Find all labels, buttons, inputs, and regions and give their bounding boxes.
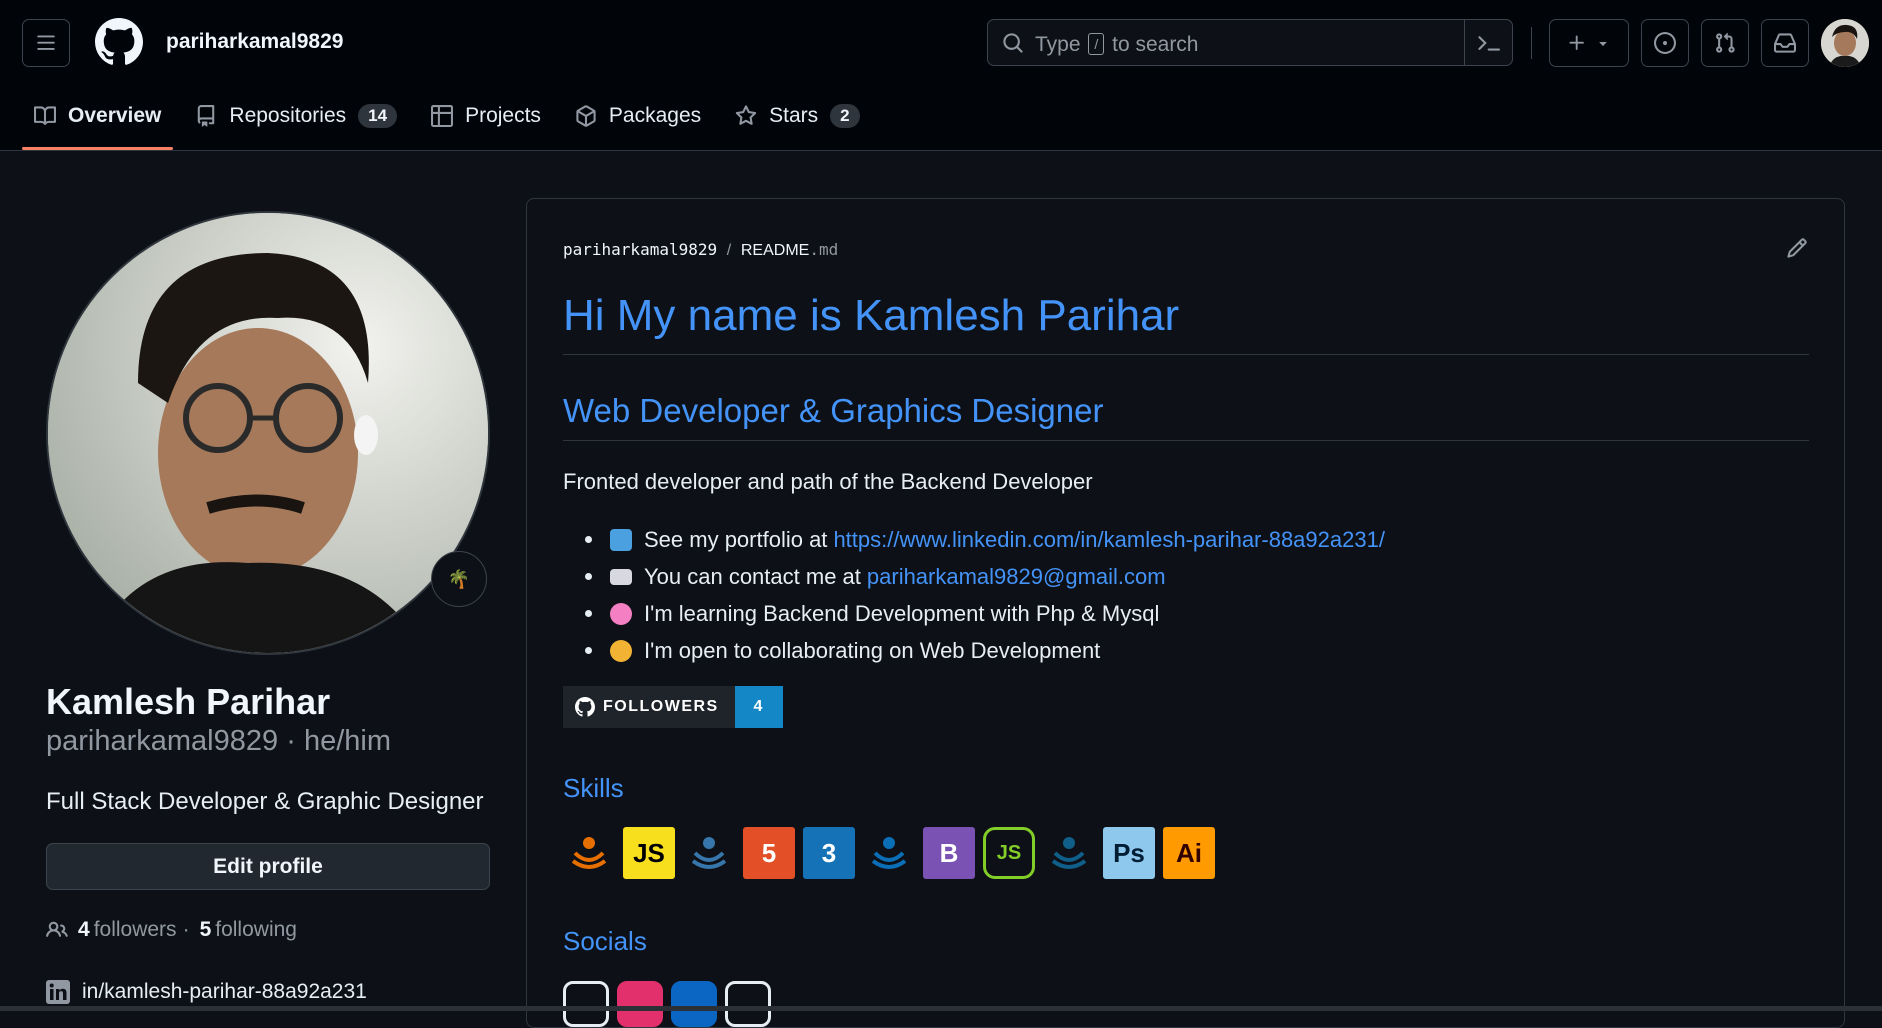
issue-icon xyxy=(1654,32,1676,54)
css3-icon: 3 xyxy=(803,827,855,879)
edit-readme-button[interactable] xyxy=(1786,237,1808,264)
set-status-button[interactable]: 🌴 xyxy=(431,551,487,607)
profile-pronouns: he/him xyxy=(303,725,391,757)
profile-login: pariharkamal9829 · he/him xyxy=(46,725,391,757)
followers-link[interactable]: 4 followers xyxy=(74,918,177,942)
readme-heading-2: Web Developer & Graphics Designer xyxy=(563,392,1104,429)
github-logo-icon[interactable] xyxy=(95,18,143,66)
avatar-photo xyxy=(1821,19,1869,67)
header-username[interactable]: pariharkamal9829 xyxy=(166,30,343,54)
handshake-emoji-icon xyxy=(610,639,632,662)
readme-path: pariharkamal9829 / README.md xyxy=(563,240,839,259)
computer-emoji-icon xyxy=(610,528,632,551)
readme-heading-1: Hi My name is Kamlesh Parihar xyxy=(563,291,1180,340)
stars-count-badge: 2 xyxy=(830,104,860,128)
linkedin-icon xyxy=(46,980,70,1004)
edit-profile-button[interactable]: Edit profile xyxy=(46,843,490,890)
javascript-icon: JS xyxy=(623,827,675,879)
followers-badge[interactable]: FOLLOWERS 4 xyxy=(563,686,783,728)
hamburger-icon xyxy=(37,35,55,50)
list-item: I'm open to collaborating on Web Develop… xyxy=(563,632,1385,669)
inbox-button[interactable] xyxy=(1761,19,1809,67)
repo-icon xyxy=(198,105,215,127)
list-item: You can contact me at pariharkamal9829@g… xyxy=(563,558,1385,595)
html5-icon: 5 xyxy=(743,827,795,879)
x-social-icon[interactable] xyxy=(725,981,771,1027)
tab-repositories[interactable]: Repositories 14 xyxy=(183,95,409,137)
mysql-icon xyxy=(863,827,915,879)
repositories-count-badge: 14 xyxy=(358,104,398,128)
tab-label: Stars xyxy=(769,104,819,127)
pull-requests-button[interactable] xyxy=(1701,19,1749,67)
linkedin-social-icon[interactable] xyxy=(671,981,717,1027)
python-icon xyxy=(683,827,735,879)
header-divider xyxy=(1531,27,1532,59)
profile-tabs: Overview Repositories 14 Projects Packag… xyxy=(22,95,882,151)
tab-projects[interactable]: Projects xyxy=(419,95,553,137)
pencil-icon xyxy=(1787,238,1807,258)
menu-button[interactable] xyxy=(22,19,70,67)
terminal-icon xyxy=(1477,35,1500,51)
nodejs-icon: JS xyxy=(983,827,1035,879)
skills-icons: JS 5 3 B JS Ps Ai xyxy=(563,827,1223,879)
search-placeholder: Type / to search xyxy=(1035,33,1199,56)
readme-file: README xyxy=(740,242,810,259)
socials-heading: Socials xyxy=(563,926,647,956)
readme-owner-link[interactable]: pariharkamal9829 xyxy=(563,240,717,259)
email-link[interactable]: pariharkamal9829@gmail.com xyxy=(867,564,1166,590)
photoshop-icon: Ps xyxy=(1103,827,1155,879)
book-icon xyxy=(34,106,56,125)
tab-label: Repositories xyxy=(229,104,347,127)
search-icon xyxy=(1003,33,1023,53)
profile-photo xyxy=(48,213,488,653)
tab-stars[interactable]: Stars 2 xyxy=(723,95,871,137)
window-bottom-edge xyxy=(0,1006,1882,1011)
tab-label: Packages xyxy=(608,104,702,127)
skills-heading: Skills xyxy=(563,773,624,803)
plus-icon xyxy=(1569,35,1584,50)
bootstrap-icon: B xyxy=(923,827,975,879)
follow-stats: 4 followers · 5 following xyxy=(46,918,297,942)
list-item: See my portfolio at https://www.linkedin… xyxy=(563,521,1385,558)
tab-label: Overview xyxy=(68,104,162,127)
tab-label: Projects xyxy=(465,104,541,127)
list-item: I'm learning Backend Development with Ph… xyxy=(563,595,1385,632)
following-link[interactable]: 5 following xyxy=(196,918,297,942)
table-icon xyxy=(431,105,454,127)
illustrator-icon: Ai xyxy=(1163,827,1215,879)
instagram-social-icon[interactable] xyxy=(617,981,663,1027)
socials-icons xyxy=(563,981,779,1027)
search-input[interactable]: Type / to search xyxy=(987,19,1513,66)
portfolio-link[interactable]: https://www.linkedin.com/in/kamlesh-pari… xyxy=(833,527,1385,553)
pull-request-icon xyxy=(1716,32,1735,53)
brain-emoji-icon xyxy=(610,602,632,625)
profile-fullname: Kamlesh Parihar xyxy=(46,681,331,722)
inbox-icon xyxy=(1774,33,1796,53)
issues-button[interactable] xyxy=(1641,19,1689,67)
star-icon xyxy=(735,105,757,125)
readme-intro: Fronted developer and path of the Backen… xyxy=(563,469,1093,494)
mysql-dolphin-icon xyxy=(1043,827,1095,879)
java-icon xyxy=(563,827,615,879)
palm-tree-emoji: 🌴 xyxy=(447,568,471,589)
divider xyxy=(563,440,1809,441)
user-avatar-menu[interactable] xyxy=(1821,19,1869,67)
profile-bio: Full Stack Developer & Graphic Designer xyxy=(46,788,484,815)
github-social-icon[interactable] xyxy=(563,981,609,1027)
github-badge-icon xyxy=(575,697,595,717)
profile-avatar[interactable] xyxy=(46,211,490,655)
create-new-button[interactable] xyxy=(1549,19,1629,67)
people-icon xyxy=(46,921,68,937)
app-header: pariharkamal9829 Type / to search Overvi… xyxy=(0,0,1882,151)
profile-readme: pariharkamal9829 / README.md Hi My name … xyxy=(526,198,1845,1028)
tab-overview[interactable]: Overview xyxy=(22,95,174,150)
divider xyxy=(563,354,1809,355)
envelope-emoji-icon xyxy=(610,568,632,585)
package-icon xyxy=(576,105,596,127)
readme-list: See my portfolio at https://www.linkedin… xyxy=(563,521,1385,669)
triangle-down-icon xyxy=(1599,42,1607,46)
tab-packages[interactable]: Packages xyxy=(563,95,713,137)
social-link-linkedin[interactable]: in/kamlesh-parihar-88a92a231 xyxy=(46,980,367,1004)
command-palette-button[interactable] xyxy=(1464,20,1512,65)
